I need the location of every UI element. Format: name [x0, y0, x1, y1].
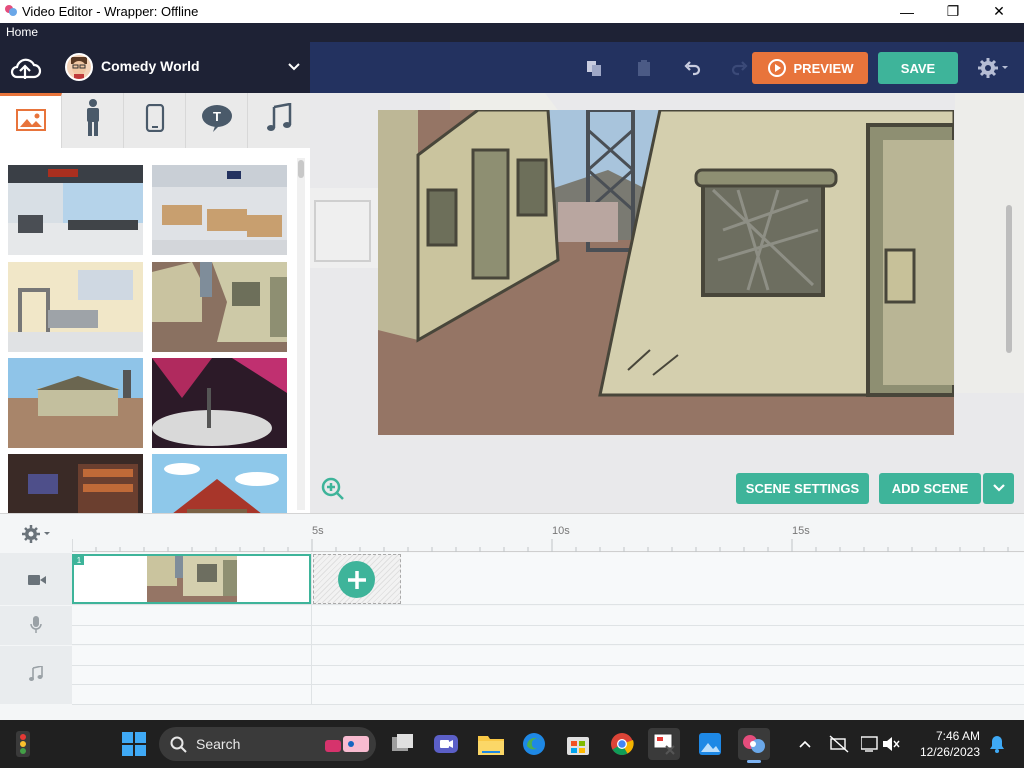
theme-name[interactable]: Comedy World — [101, 58, 200, 74]
music-track-tertiary[interactable] — [72, 685, 1024, 705]
preview-button[interactable]: PREVIEW — [752, 52, 868, 84]
ruler-mark-15s: 15s — [792, 525, 810, 537]
taskbar-time[interactable]: 7:46 AM — [908, 729, 980, 743]
undo-icon[interactable] — [678, 55, 706, 81]
preview-label: PREVIEW — [793, 60, 854, 76]
search-icon — [170, 736, 187, 758]
wrapper-offline-app-icon[interactable] — [738, 728, 770, 760]
settings-gear-icon[interactable] — [976, 56, 1012, 80]
microsoft-store-icon[interactable] — [562, 728, 594, 760]
tab-music[interactable] — [248, 93, 310, 148]
music-note-icon — [29, 665, 43, 687]
system-tray-icons[interactable] — [860, 735, 901, 753]
music-track-label — [0, 646, 72, 704]
library-item-airport-terminal[interactable] — [8, 165, 143, 255]
music-note-icon — [266, 102, 292, 138]
scene-canvas[interactable] — [378, 110, 954, 435]
search-label: Search — [196, 736, 241, 752]
chevron-down-icon[interactable] — [286, 58, 302, 74]
task-view-icon[interactable] — [387, 728, 419, 760]
upload-cloud-icon[interactable] — [8, 53, 42, 83]
video-track-label — [0, 553, 72, 605]
library-scrollbar-thumb[interactable] — [298, 160, 304, 178]
library-item-farm-houses[interactable] — [8, 358, 143, 448]
search-highlight-icon — [325, 732, 371, 761]
tab-backgrounds[interactable] — [0, 93, 62, 148]
menu-bar: Home — [0, 23, 1024, 42]
add-scene-dropdown[interactable] — [983, 473, 1014, 504]
add-scene-plus-icon[interactable] — [338, 561, 375, 598]
tab-characters[interactable] — [62, 93, 124, 148]
theme-avatar — [65, 53, 93, 81]
library-item-airport-security[interactable] — [8, 262, 143, 352]
save-button[interactable]: SAVE — [878, 52, 958, 84]
teams-meet-icon[interactable] — [430, 728, 462, 760]
music-track[interactable] — [72, 646, 1024, 666]
voice-track-secondary[interactable] — [72, 626, 1024, 645]
minimize-button[interactable]: — — [884, 0, 930, 23]
ruler-mark-5s: 5s — [312, 525, 324, 537]
video-camera-icon — [28, 573, 46, 591]
chrome-browser-icon[interactable] — [606, 728, 638, 760]
microphone-icon — [30, 616, 42, 639]
wrapper-app-icon — [4, 4, 18, 18]
timeline-ruler[interactable] — [72, 522, 1024, 552]
snipping-tool-icon[interactable] — [648, 728, 680, 760]
person-icon — [81, 98, 105, 143]
tab-text[interactable]: T — [186, 93, 248, 148]
taskbar-search-box[interactable]: Search — [159, 727, 376, 761]
play-circle-icon — [767, 58, 787, 78]
maximize-button[interactable]: ❐ — [930, 0, 976, 23]
notification-bell-icon[interactable] — [988, 735, 1006, 753]
edge-browser-icon[interactable] — [518, 728, 550, 760]
library-item-cabin-house[interactable] — [152, 454, 287, 513]
library-scrollbar[interactable] — [297, 158, 305, 510]
library-item-store-interior[interactable] — [8, 454, 143, 513]
stage-scrollbar[interactable] — [1006, 205, 1012, 353]
zoom-in-icon[interactable] — [320, 476, 346, 502]
scene-number-badge: 1 — [74, 555, 84, 565]
music-track-secondary[interactable] — [72, 666, 1024, 685]
window-title: Video Editor - Wrapper: Offline — [22, 4, 199, 19]
image-icon — [15, 108, 46, 136]
phone-icon — [145, 103, 165, 137]
library-item-military-camp[interactable] — [152, 262, 287, 352]
scene-clip[interactable] — [72, 554, 311, 604]
add-scene-button[interactable]: ADD SCENE — [879, 473, 981, 504]
timeline-settings-gear-icon[interactable] — [20, 524, 56, 544]
ruler-mark-10s: 10s — [552, 525, 570, 537]
close-button[interactable]: ✕ — [976, 0, 1022, 23]
chevron-up-icon[interactable] — [797, 737, 813, 751]
window-titlebar: Video Editor - Wrapper: Offline — ❐ ✕ — [0, 0, 1024, 23]
paste-icon[interactable] — [630, 55, 658, 81]
active-app-indicator — [747, 760, 761, 763]
scene-settings-button[interactable]: SCENE SETTINGS — [736, 473, 869, 504]
library-item-stage-spotlights[interactable] — [152, 358, 287, 448]
copy-icon[interactable] — [580, 55, 608, 81]
svg-text:T: T — [213, 109, 221, 124]
background-library — [0, 148, 310, 513]
speech-bubble-icon: T — [201, 104, 233, 137]
chevron-down-icon — [992, 480, 1006, 497]
menu-home[interactable]: Home — [6, 25, 38, 39]
library-item-airport-checkin[interactable] — [152, 165, 287, 255]
redo-icon[interactable] — [726, 55, 754, 81]
tab-props[interactable] — [124, 93, 186, 148]
file-explorer-icon[interactable] — [475, 728, 507, 760]
voice-track[interactable] — [72, 606, 1024, 626]
traffic-light-app-icon[interactable] — [7, 728, 39, 760]
timeline-divider — [311, 553, 312, 705]
voice-track-label — [0, 606, 72, 645]
windows-start-icon[interactable] — [118, 728, 150, 760]
network-offline-icon[interactable] — [829, 735, 849, 753]
photos-app-icon[interactable] — [694, 728, 726, 760]
taskbar-date[interactable]: 12/26/2023 — [908, 745, 980, 759]
